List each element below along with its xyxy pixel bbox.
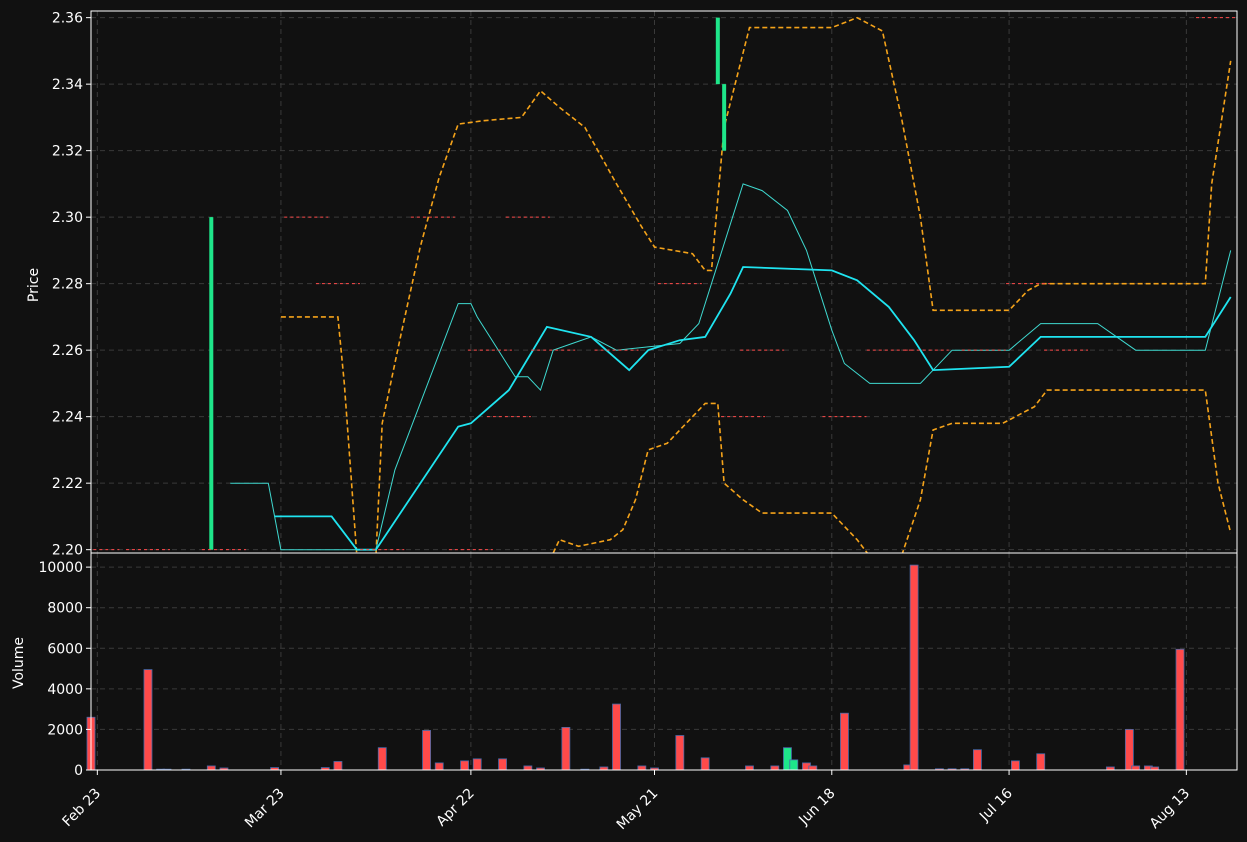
volume-bar: [333, 761, 343, 771]
price-tick-label: 2.28: [52, 277, 83, 293]
volume-bar: [909, 564, 919, 771]
candle-body: [209, 217, 214, 550]
volume-bar: [789, 759, 799, 771]
price-tick-label: 2.36: [52, 11, 83, 27]
volume-bar: [143, 669, 153, 771]
volume-bar: [745, 765, 754, 771]
volume-bar: [377, 747, 387, 771]
volume-bar: [434, 762, 444, 771]
volume-bar: [422, 730, 431, 771]
volume-tick-label: 6000: [47, 641, 83, 657]
price-tick-label: 2.34: [52, 77, 83, 93]
volume-bar: [206, 765, 216, 771]
volume-bar: [1175, 648, 1185, 771]
candle-body: [715, 17, 720, 85]
volume-bar: [498, 758, 507, 771]
volume-bar: [460, 760, 469, 771]
volume-bar: [612, 703, 621, 771]
volume-bar: [675, 735, 685, 771]
volume-bar: [770, 765, 780, 771]
price-tick-label: 2.30: [52, 210, 83, 226]
volume-bar: [840, 712, 849, 771]
price-tick-label: 2.24: [52, 410, 83, 426]
price-tick-label: 2.32: [52, 144, 83, 160]
candle-body: [722, 84, 727, 151]
volume-bar: [523, 765, 533, 771]
volume-axis-label: Volume: [11, 637, 27, 689]
volume-tick-label: 2000: [47, 722, 83, 738]
price-tick-label: 2.22: [52, 476, 83, 492]
price-axis-label: Price: [26, 268, 42, 302]
volume-bar: [808, 765, 818, 771]
price-tick-label: 2.26: [52, 343, 83, 359]
volume-bar: [1131, 765, 1141, 771]
volume-bar: [1036, 753, 1046, 771]
volume-bar: [1010, 760, 1020, 771]
volume-bar: [700, 757, 710, 771]
volume-tick-label: 8000: [47, 601, 83, 617]
volume-tick-label: 0: [74, 763, 83, 779]
volume-bar: [637, 765, 647, 771]
volume-tick-label: 4000: [47, 682, 83, 698]
volume-tick-label: 10000: [38, 560, 83, 576]
volume-bar: [1124, 729, 1134, 771]
volume-bar: [973, 749, 982, 771]
price-tick-label: 2.20: [52, 543, 83, 559]
price-volume-chart: 2.20 2.22 2.24 2.26 2.28 2.30 2.32 2.34 2.36 0 20…: [0, 0, 1247, 842]
chart-background: [0, 0, 1247, 842]
volume-bar: [472, 758, 482, 771]
volume-bar: [561, 726, 571, 771]
